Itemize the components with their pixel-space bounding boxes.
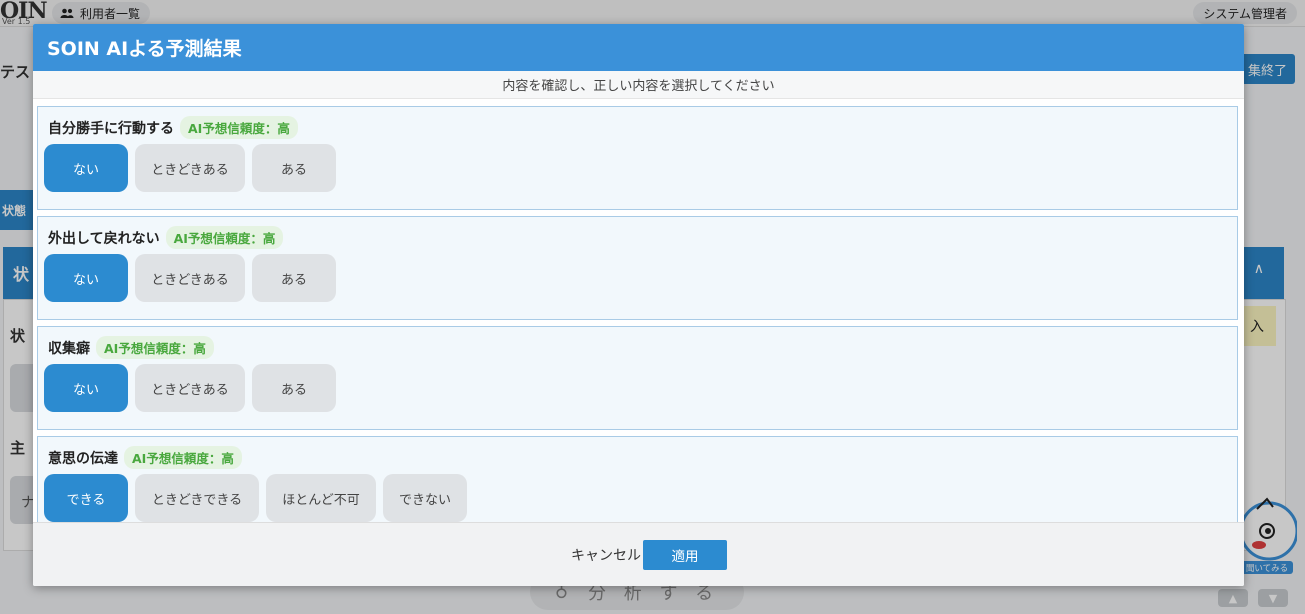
dialog-instruction: 内容を確認し、正しい内容を選択してください bbox=[33, 71, 1244, 99]
confidence-badge: AI予想信頼度：高 bbox=[124, 446, 242, 469]
question-title: 自分勝手に行動する bbox=[48, 120, 174, 137]
option-button-selected[interactable]: ない bbox=[44, 254, 128, 302]
option-button[interactable]: ある bbox=[252, 144, 336, 192]
confidence-badge: AI予想信頼度：高 bbox=[180, 116, 298, 139]
apply-button[interactable]: 適用 bbox=[643, 540, 727, 570]
confidence-badge: AI予想信頼度：高 bbox=[165, 226, 284, 249]
option-button[interactable]: ある bbox=[252, 364, 336, 412]
option-button[interactable]: ときどきある bbox=[135, 364, 245, 412]
option-button[interactable]: ある bbox=[252, 254, 336, 302]
question-title: 意思の伝達 bbox=[48, 450, 118, 467]
option-button-selected[interactable]: できる bbox=[44, 474, 128, 522]
question-title: 収集癖 bbox=[48, 340, 90, 357]
option-button[interactable]: ほとんど不可 bbox=[266, 474, 376, 522]
question-card: 外出して戻れない AI予想信頼度：高 ない ときどきある ある bbox=[37, 216, 1238, 320]
question-list[interactable]: 自分勝手に行動する AI予想信頼度：高 ない ときどきある ある 外出して戻れな… bbox=[33, 98, 1244, 522]
option-button-selected[interactable]: ない bbox=[44, 144, 128, 192]
question-card: 収集癖 AI予想信頼度：高 ない ときどきある ある bbox=[37, 326, 1238, 430]
option-button[interactable]: ときどきある bbox=[135, 144, 245, 192]
option-button[interactable]: ときどきある bbox=[135, 254, 245, 302]
question-card: 自分勝手に行動する AI予想信頼度：高 ない ときどきある ある bbox=[37, 106, 1238, 210]
option-button-selected[interactable]: ない bbox=[44, 364, 128, 412]
confidence-badge: AI予想信頼度：高 bbox=[96, 336, 214, 359]
dialog-title: SOIN AIよる予測結果 bbox=[33, 24, 1244, 71]
question-title: 外出して戻れない bbox=[48, 230, 160, 247]
option-button[interactable]: できない bbox=[383, 474, 467, 522]
dialog-footer: キャンセル 適用 bbox=[33, 522, 1244, 586]
option-button[interactable]: ときどきできる bbox=[135, 474, 259, 522]
question-card: 意思の伝達 AI予想信頼度：高 できる ときどきできる ほとんど不可 できない bbox=[37, 436, 1238, 522]
ai-prediction-dialog: SOIN AIよる予測結果 内容を確認し、正しい内容を選択してください 自分勝手… bbox=[33, 24, 1244, 586]
